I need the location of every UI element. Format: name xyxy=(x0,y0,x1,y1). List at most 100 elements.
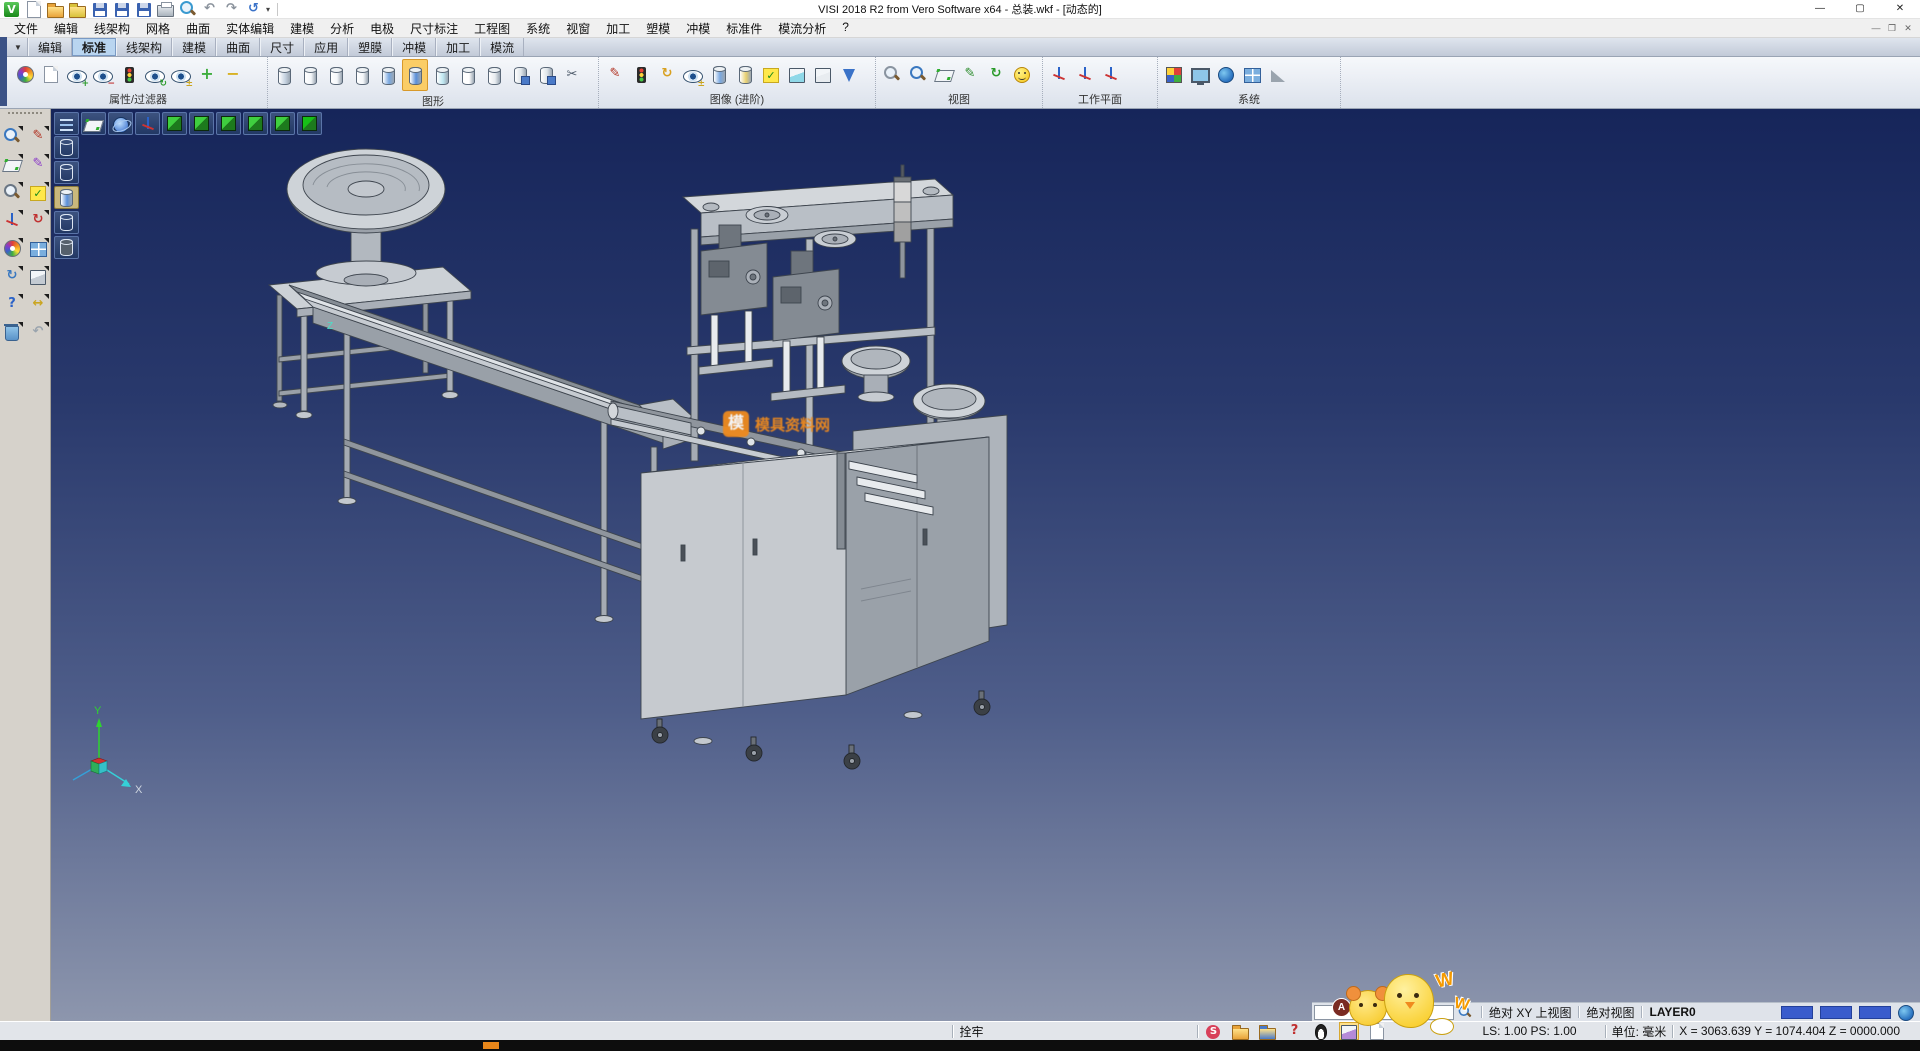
refresh-visibility-button[interactable] xyxy=(143,59,167,89)
plane-handles-button[interactable] xyxy=(1,153,23,175)
refresh-view-button[interactable]: ↻ xyxy=(984,59,1008,89)
menu-item-4[interactable]: 曲面 xyxy=(178,20,218,37)
mdi-minimize-button[interactable]: — xyxy=(1868,19,1884,37)
draft-analysis-button[interactable] xyxy=(1266,59,1290,89)
render-quality-button[interactable] xyxy=(1010,59,1034,89)
workplane-edit-button[interactable] xyxy=(1073,59,1097,89)
snap-grid-button[interactable] xyxy=(1240,59,1264,89)
menu-item-17[interactable]: 模流分析 xyxy=(770,20,834,37)
grid-window-button[interactable] xyxy=(27,237,49,259)
cut-section-button[interactable]: ✂ xyxy=(560,60,584,90)
context-help-button[interactable]: ? xyxy=(1285,1023,1303,1039)
undo-history-button[interactable]: ↶ xyxy=(27,321,49,343)
mode-shaded-edges-button[interactable] xyxy=(54,211,79,234)
part-template-button[interactable] xyxy=(1368,1023,1386,1039)
maximize-button[interactable]: ▢ xyxy=(1840,0,1880,18)
mdi-restore-button[interactable]: ❐ xyxy=(1884,19,1900,37)
close-button[interactable]: ✕ xyxy=(1880,0,1920,18)
hidden-dashed-button[interactable] xyxy=(350,60,374,90)
toggle-advanced-button[interactable] xyxy=(681,59,705,89)
clip-view-button[interactable] xyxy=(534,60,558,90)
cube-cyan-button[interactable] xyxy=(785,59,809,89)
tab-8[interactable]: 冲模 xyxy=(392,38,436,56)
view-right-button[interactable] xyxy=(216,112,241,135)
menu-item-15[interactable]: 冲模 xyxy=(678,20,718,37)
tab-dropdown-button[interactable]: ▼ xyxy=(9,38,28,56)
print-button[interactable] xyxy=(156,1,175,18)
rotate-entity-button[interactable]: ↻ xyxy=(27,209,49,231)
visibility-filter-button[interactable] xyxy=(117,59,141,89)
import-button[interactable] xyxy=(68,1,87,18)
delete-button[interactable] xyxy=(1,321,23,343)
menu-item-16[interactable]: 标准件 xyxy=(718,20,770,37)
tab-3[interactable]: 建模 xyxy=(172,38,216,56)
show-entities-button[interactable] xyxy=(65,59,89,89)
workplane-new-button[interactable] xyxy=(1047,59,1071,89)
select-confirm-button[interactable]: ✓ xyxy=(27,181,49,203)
workplane-view-button[interactable] xyxy=(81,112,106,135)
command-input[interactable] xyxy=(1314,1005,1454,1020)
tab-5[interactable]: 尺寸 xyxy=(260,38,304,56)
measure-button[interactable]: ↔ xyxy=(27,293,49,315)
shading-off-button[interactable] xyxy=(272,60,296,90)
undo-button[interactable]: ↶ xyxy=(200,1,219,18)
view-plane-button[interactable] xyxy=(932,59,956,89)
annotate-view-button[interactable]: ✎ xyxy=(958,59,982,89)
zoom-select-button[interactable] xyxy=(1,125,23,147)
menu-item-12[interactable]: 视窗 xyxy=(558,20,598,37)
toggle-visibility-button[interactable] xyxy=(169,59,193,89)
plugin-button[interactable] xyxy=(1312,1023,1330,1039)
validate-shade-button[interactable]: ✓ xyxy=(759,59,783,89)
orbit-view-button[interactable] xyxy=(108,112,133,135)
shaded-edges-button[interactable] xyxy=(402,59,428,91)
app-logo-button[interactable]: V xyxy=(2,1,21,18)
edit-image-button[interactable]: ✎ xyxy=(603,59,627,89)
menu-item-9[interactable]: 尺寸标注 xyxy=(402,20,466,37)
menu-item-1[interactable]: 编辑 xyxy=(46,20,86,37)
toolbar-grip[interactable] xyxy=(8,112,42,118)
menu-item-6[interactable]: 建模 xyxy=(282,20,322,37)
attributes-palette-button[interactable] xyxy=(13,59,37,89)
cube-wire-button[interactable] xyxy=(811,59,835,89)
menu-item-11[interactable]: 系统 xyxy=(518,20,558,37)
cylinder-blue-button[interactable] xyxy=(707,59,731,89)
help-button[interactable]: ? xyxy=(1,293,23,315)
session-lock-button[interactable]: S xyxy=(1204,1023,1222,1039)
cone-render-button[interactable] xyxy=(837,59,861,89)
shaded-button[interactable] xyxy=(376,60,400,90)
wireframe-button[interactable] xyxy=(298,60,322,90)
hidden-line-button[interactable] xyxy=(324,60,348,90)
redo-button[interactable]: ↷ xyxy=(222,1,241,18)
regenerate-button[interactable]: ↻ xyxy=(655,59,679,89)
save-all-button[interactable] xyxy=(134,1,153,18)
view-menu-button[interactable] xyxy=(54,112,79,135)
preview-button[interactable] xyxy=(178,1,197,18)
menu-item-2[interactable]: 线架构 xyxy=(86,20,138,37)
mdi-close-button[interactable]: ✕ xyxy=(1900,19,1916,37)
macro-folder-button[interactable] xyxy=(1231,1023,1249,1039)
workplane-align-button[interactable] xyxy=(1099,59,1123,89)
mesh-shade-button[interactable] xyxy=(482,60,506,90)
view-top-button[interactable] xyxy=(162,112,187,135)
open-button[interactable] xyxy=(46,1,65,18)
move-axis-button[interactable] xyxy=(1,209,23,231)
view-shaded-button[interactable] xyxy=(297,112,322,135)
lock-label[interactable]: 拴牢 xyxy=(959,1023,983,1040)
tab-0[interactable]: 编辑 xyxy=(28,38,72,56)
tools-folder-button[interactable] xyxy=(1258,1023,1276,1039)
view-iso-button[interactable] xyxy=(243,112,268,135)
save-button[interactable] xyxy=(90,1,109,18)
absolute-xy-view-label[interactable]: 绝对 XY 上视图 xyxy=(1489,1004,1571,1021)
globe-icon[interactable] xyxy=(1898,1005,1914,1021)
absolute-view-label[interactable]: 绝对视图 xyxy=(1586,1004,1634,1021)
remove-from-filter-button[interactable]: − xyxy=(221,59,245,89)
menu-item-0[interactable]: 文件 xyxy=(6,20,46,37)
edit-sketch-button[interactable]: ✎ xyxy=(27,125,49,147)
menu-item-13[interactable]: 加工 xyxy=(598,20,638,37)
mode-shaded-button[interactable] xyxy=(54,186,79,209)
flat-shade-button[interactable] xyxy=(456,60,480,90)
transparent-button[interactable] xyxy=(430,60,454,90)
tab-10[interactable]: 模流 xyxy=(480,38,524,56)
minimize-button[interactable]: — xyxy=(1800,0,1840,18)
regen-all-button[interactable]: ↻ xyxy=(1,265,23,287)
